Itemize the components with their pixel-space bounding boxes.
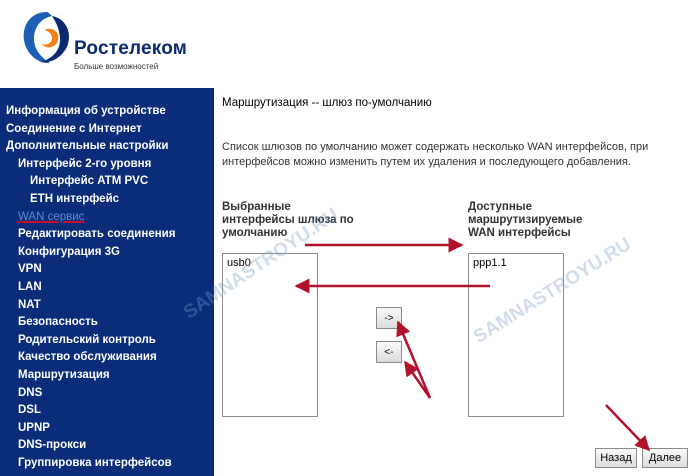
sidebar-item[interactable]: Группировка интерфейсов [6,455,175,473]
selected-interfaces-label: Выбранные интерфейсы шлюза по умолчанию [222,201,354,240]
sidebar-nav: Информация об устройстве Соединение с Инт… [6,103,175,472]
add-interface-button[interactable]: -> [376,307,402,329]
sidebar-item[interactable]: Качество обслуживания [6,349,175,367]
sidebar-item[interactable]: UPNP [6,420,175,438]
rostelecom-logo-icon [23,12,70,64]
selected-interfaces-listbox[interactable]: usb0 [222,253,318,417]
sidebar-item[interactable]: Родительский контроль [6,332,175,350]
sidebar-item[interactable]: VPN [6,261,175,279]
sidebar-item[interactable]: Маршрутизация [6,367,175,385]
back-button[interactable]: Назад [595,448,637,468]
sidebar-item[interactable]: Интерфейс 2-го уровня [6,156,175,174]
sidebar-item[interactable]: DSL [6,402,175,420]
description-line: Список шлюзов по умолчанию может содержа… [222,141,649,153]
list-item[interactable]: ppp1.1 [469,254,563,272]
brand-tagline: Больше возможностей [74,62,159,71]
sidebar: Информация об устройстве Соединение с Инт… [0,88,214,476]
sidebar-item[interactable]: DNS [6,385,175,403]
sidebar-item[interactable]: Соединение с Интернет [6,121,175,139]
sidebar-item[interactable]: WAN сервис [6,209,175,227]
label-line: WAN интерфейсы [468,227,571,239]
sidebar-item[interactable]: DNS-прокси [6,437,175,455]
label-line: Выбранные [222,201,291,213]
sidebar-item[interactable]: ETH интерфейс [6,191,175,209]
label-line: Доступные [468,201,533,213]
sidebar-item[interactable]: Дополнительные настройки [6,138,175,156]
page-description: Список шлюзов по умолчанию может содержа… [222,140,700,170]
sidebar-item[interactable]: Конфигурация 3G [6,244,175,262]
label-line: умолчанию [222,227,288,239]
available-interfaces-listbox[interactable]: ppp1.1 [468,253,564,417]
sidebar-item[interactable]: NAT [6,297,175,315]
sidebar-item[interactable]: Безопасность [6,314,175,332]
available-interfaces-label: Доступные маршрутизируемые WAN интерфейс… [468,201,582,240]
remove-interface-button[interactable]: <- [376,341,402,363]
header: Ростелеком Больше возможностей [0,0,700,88]
sidebar-item[interactable]: Интерфейс ATM PVC [6,173,175,191]
next-button[interactable]: Далее [642,448,688,468]
label-line: интерфейсы шлюза по [222,214,354,226]
page-title: Маршрутизация -- шлюз по-умолчанию [222,97,432,109]
sidebar-item[interactable]: LAN [6,279,175,297]
main-content: Маршрутизация -- шлюз по-умолчанию Списо… [214,88,700,476]
description-line: интерфейсов можно изменить путем их удал… [222,156,631,168]
sidebar-item[interactable]: Редактировать соединения [6,226,175,244]
brand-name: Ростелеком [74,38,188,59]
list-item[interactable]: usb0 [223,254,317,272]
sidebar-item[interactable]: Информация об устройстве [6,103,175,121]
label-line: маршрутизируемые [468,214,583,226]
